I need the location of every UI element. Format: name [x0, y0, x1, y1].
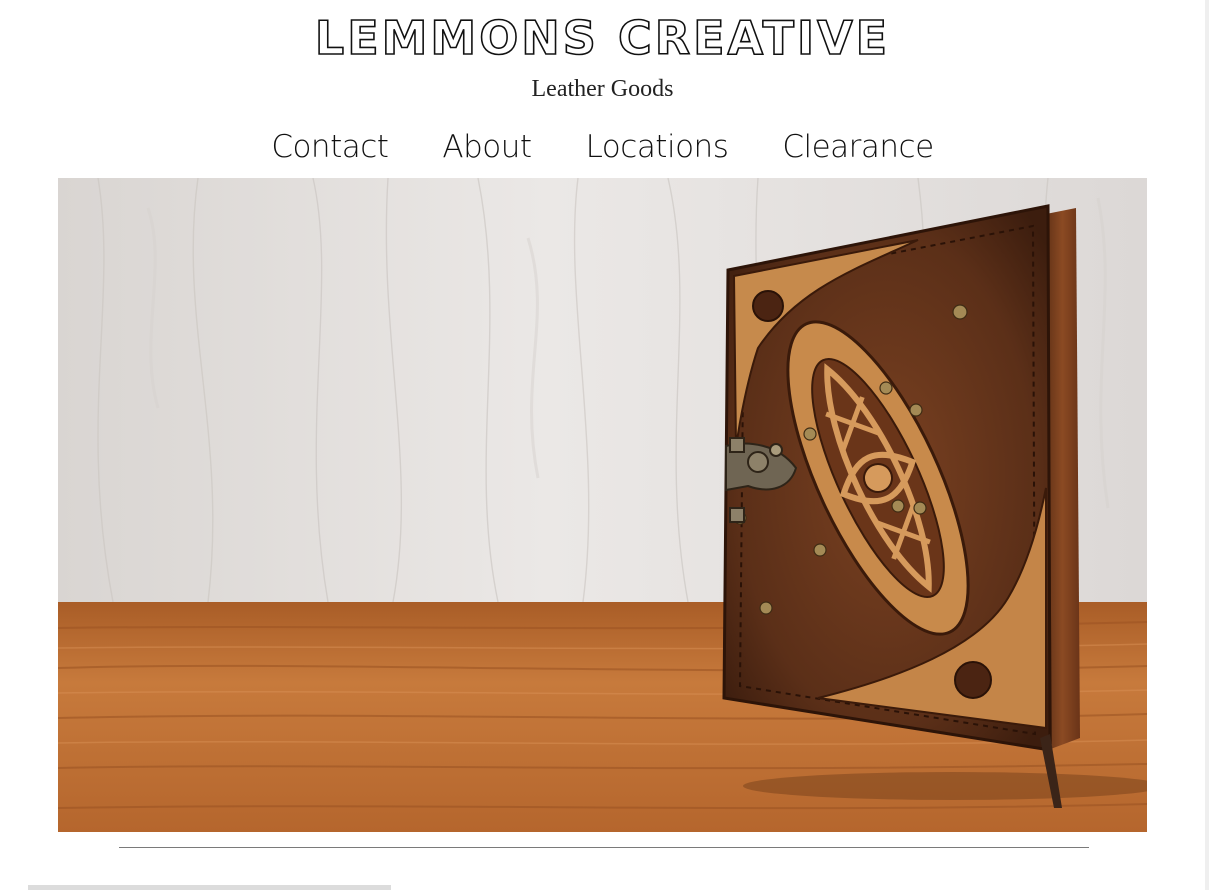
brand-title[interactable]: Lemmons Creative: [0, 10, 1205, 66]
nav-link-locations[interactable]: Locations: [586, 125, 729, 169]
brand-title-wrap: Lemmons Creative: [0, 10, 1205, 66]
leather-journal-photo: [58, 178, 1147, 832]
nav-link-clearance[interactable]: Clearance: [782, 125, 934, 169]
content-card-edge: [28, 885, 391, 890]
main-nav: Contact About Locations Clearance: [0, 125, 1205, 169]
nav-link-about[interactable]: About: [442, 125, 532, 169]
hero-image: [58, 178, 1147, 832]
nav-link-contact[interactable]: Contact: [271, 125, 389, 169]
section-divider: [119, 847, 1089, 848]
page-scrollbar-edge: [1205, 0, 1209, 890]
brand-subtitle: Leather Goods: [531, 76, 674, 102]
